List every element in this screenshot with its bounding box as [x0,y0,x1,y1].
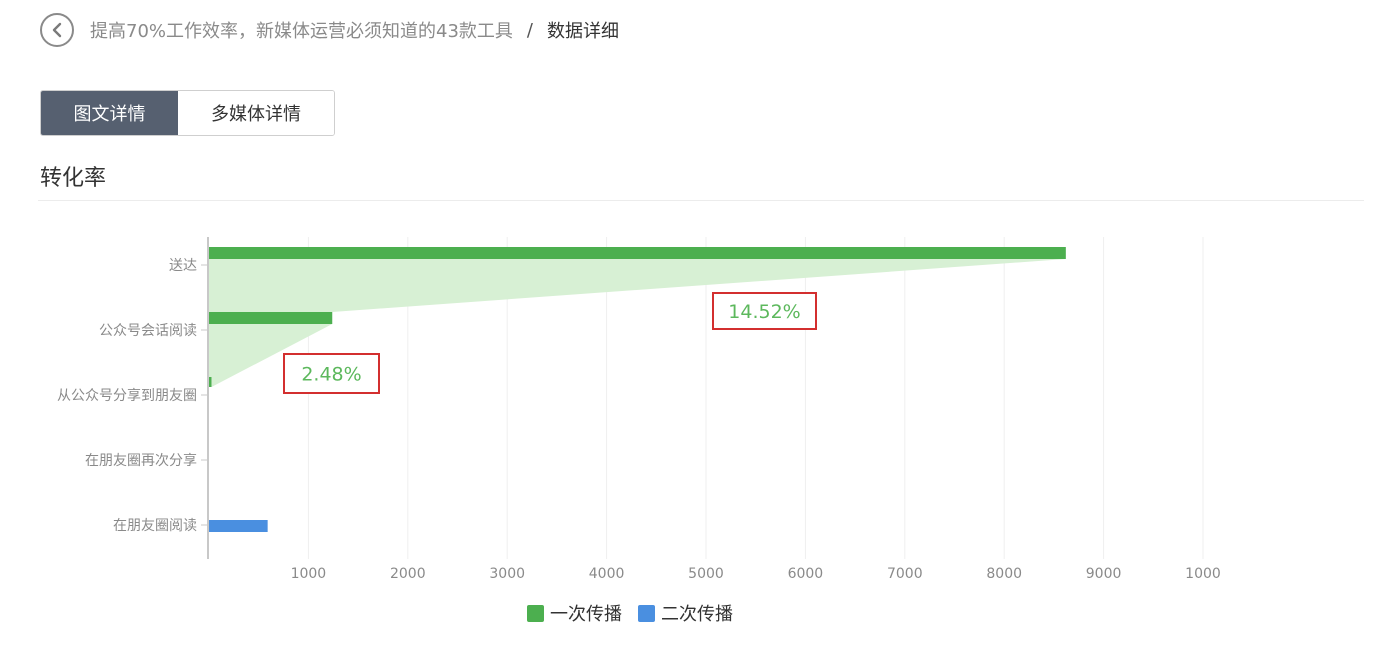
bar[interactable] [209,247,1066,259]
y-tick-label: 在朋友圈再次分享 [85,452,197,469]
legend-item-primary[interactable]: 一次传播 [527,600,622,626]
x-tick-label: 1000 [291,566,327,582]
legend-label-secondary: 二次传播 [661,604,733,625]
x-tick-label: 5000 [688,566,724,582]
x-tick-label: 6000 [788,566,824,582]
tab-multimedia-details[interactable]: 多媒体详情 [178,91,334,135]
annotation-label: 14.52% [728,301,800,323]
back-button[interactable] [40,13,74,47]
x-tick-label: 8000 [986,566,1022,582]
section-title: 转化率 [40,166,107,191]
y-tick-label: 从公众号分享到朋友圈 [57,387,197,404]
annotation-label: 2.48% [301,364,361,386]
breadcrumb-separator: / [526,19,533,41]
bar[interactable] [209,377,212,387]
breadcrumb-bar: 提高70%工作效率，新媒体运营必须知道的43款工具 / 数据详细 [40,13,619,47]
chart-legend: 一次传播 二次传播 [0,600,1260,626]
legend-item-secondary[interactable]: 二次传播 [638,600,733,626]
conversion-chart: 送达公众号会话阅读从公众号分享到朋友圈在朋友圈再次分享在朋友圈阅读 1000 200… [57,237,1221,582]
x-tick-label: 9000 [1086,566,1122,582]
y-tick-label: 公众号会话阅读 [99,322,197,339]
chevron-left-icon [50,22,64,38]
bar[interactable] [209,312,333,324]
legend-swatch-primary [527,604,544,622]
tab-article-details[interactable]: 图文详情 [41,91,178,135]
legend-swatch-secondary [638,604,655,622]
x-tick-label: 3000 [489,566,525,582]
x-tick-label: 2000 [390,566,426,582]
legend-label-primary: 一次传播 [550,604,622,625]
x-tick-label: 7000 [887,566,923,582]
bar[interactable] [209,520,268,532]
y-tick-label: 在朋友圈阅读 [113,517,197,534]
y-tick-label: 送达 [169,258,197,274]
breadcrumb-current: 数据详细 [547,21,619,42]
breadcrumb-parent-link[interactable]: 提高70%工作效率，新媒体运营必须知道的43款工具 [90,17,513,43]
section-divider [38,200,1364,201]
x-tick-label: 4000 [589,566,625,582]
detail-tabs: 图文详情 多媒体详情 [40,90,335,136]
x-tick-label: 1000 [1185,566,1221,582]
funnel-area-1 [209,259,1066,312]
